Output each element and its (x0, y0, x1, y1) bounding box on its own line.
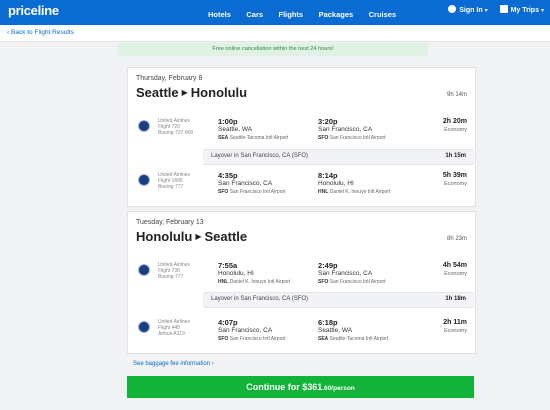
chevron-right-icon: › (210, 361, 214, 367)
nav-flights[interactable]: Flights (279, 10, 304, 19)
nav-hotels[interactable]: Hotels (208, 10, 231, 19)
layover-bar: Layover in San Francisco, CA (SFO) 1h 15… (203, 149, 474, 165)
departure-info: 4:35p San Francisco, CA SFO San Francisc… (218, 171, 286, 196)
main-nav: Hotels Cars Flights Packages Cruises (208, 4, 407, 22)
airline-info: United Airlines Flight 735 Boeing 777 (158, 262, 190, 280)
return-flight-card: Tuesday, February 13 Honolulu ▶ Seattle 8h… (127, 211, 476, 354)
sign-in-button[interactable]: Sign In ▾ (448, 5, 488, 14)
airline-info: United Airlines Flight 445 Airbus A319 (158, 319, 190, 337)
united-airlines-logo-icon (138, 321, 150, 333)
flight-segment: United Airlines Flight 720 Boeing 737-80… (128, 114, 475, 152)
departure-info: 7:55a Honolulu, HI HNL Daniel K. Inouye … (218, 261, 291, 286)
return-total-duration: 8h 23m (446, 236, 467, 242)
suitcase-icon (499, 5, 508, 13)
account-menu: Sign In ▾ My Trips ▾ (438, 5, 544, 14)
united-airlines-logo-icon (138, 264, 150, 276)
departure-info: 1:00p Seattle, WA SEA Seattle-Tacoma Int… (218, 117, 289, 142)
outbound-date: Thursday, February 8 (136, 75, 203, 82)
continue-button[interactable]: Continue for $361.60/person (127, 376, 474, 398)
outbound-flight-card: Thursday, February 8 Seattle ▶ Honolulu 9h… (127, 67, 476, 207)
sub-nav-bar: ‹ Back to Flight Results (0, 25, 550, 42)
nav-packages[interactable]: Packages (319, 10, 354, 19)
flight-segment: United Airlines Flight 735 Boeing 777 7:… (128, 258, 475, 296)
chevron-down-icon: ▾ (484, 8, 488, 14)
arrow-right-icon: ▶ (195, 232, 202, 241)
flight-segment: United Airlines Flight 1695 Boeing 777 4… (128, 168, 475, 206)
priceline-logo[interactable]: priceline (8, 3, 59, 18)
departure-info: 4:07p San Francisco, CA SFO San Francisc… (218, 318, 286, 343)
united-airlines-logo-icon (138, 120, 150, 132)
outbound-route: Seattle ▶ Honolulu (136, 85, 248, 100)
arrival-info: 3:20p San Francisco, CA SFO San Francisc… (318, 117, 386, 142)
airline-info: United Airlines Flight 1695 Boeing 777 (158, 172, 190, 190)
outbound-total-duration: 9h 14m (446, 92, 467, 98)
arrival-info: 8:14p Honolulu, HI HNL Daniel K. Inouye … (318, 171, 391, 196)
united-airlines-logo-icon (138, 174, 150, 186)
baggage-fee-link[interactable]: See baggage fee information › (133, 361, 214, 367)
user-icon (448, 5, 457, 13)
arrival-info: 2:49p San Francisco, CA SFO San Francisc… (318, 261, 386, 286)
nav-cars[interactable]: Cars (246, 10, 263, 19)
segment-duration: 2h 20m Economy (442, 118, 467, 133)
arrival-info: 6:18p Seattle, WA SEA Seattle-Tacoma Int… (318, 318, 389, 343)
chevron-down-icon: ▾ (540, 8, 544, 14)
top-nav-bar: priceline Hotels Cars Flights Packages C… (0, 0, 550, 25)
flight-segment: United Airlines Flight 445 Airbus A319 4… (128, 315, 475, 353)
return-date: Tuesday, February 13 (136, 219, 204, 226)
return-route: Honolulu ▶ Seattle (136, 229, 248, 244)
segment-duration: 2h 11m Economy (443, 319, 467, 334)
airline-info: United Airlines Flight 720 Boeing 737-80… (158, 118, 194, 136)
layover-bar: Layover in San Francisco, CA (SFO) 1h 18… (203, 292, 474, 308)
nav-cruises[interactable]: Cruises (369, 10, 397, 19)
arrow-right-icon: ▶ (181, 88, 188, 97)
segment-duration: 5h 39m Economy (442, 172, 467, 187)
back-to-results-link[interactable]: ‹ Back to Flight Results (7, 29, 74, 36)
cancellation-notice: Free online cancellation within the next… (118, 43, 428, 56)
segment-duration: 4h 54m Economy (442, 262, 467, 277)
my-trips-button[interactable]: My Trips ▾ (499, 5, 544, 14)
